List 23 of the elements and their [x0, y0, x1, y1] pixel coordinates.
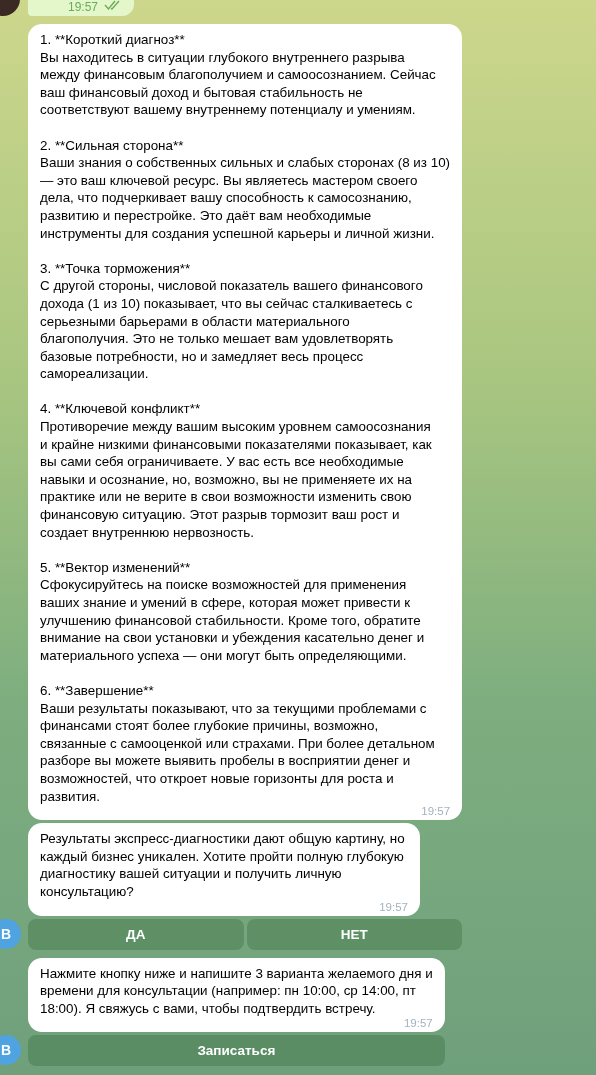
avatar[interactable]: В	[0, 1035, 21, 1066]
section-text: Вы находитесь в ситуации глубокого внутреннего разрыва между финансовым благополучием и самоосознанием. Сейчас ваш финансовый доход и бытовая стабильность не соответствуют вашему внутреннему потенциалу и умениям.	[40, 48, 437, 119]
section-heading: 5. **Вектор изменений**	[40, 558, 192, 577]
message-text: Результаты экспресс-диагностики дают общую картину, но каждый бизнес уникален. Хотите пройти полную глубокую диагностику вашей ситуации и получить личную консультацию?	[40, 830, 406, 901]
section-text: Сфокусируйтесь на поиске возможностей для применения ваших знание и умений в сфере, которая может привести к улучшению финансовой стабильности. Кроме того, обратите внимание на свои установки и убеждения касательно денег и материального успеха — они могут быть определяющими.	[40, 576, 426, 665]
reply-button[interactable]: НЕТ	[246, 918, 463, 950]
message-time: 19:57	[403, 1017, 433, 1030]
message-time: 19:57	[68, 0, 99, 14]
section-heading: 6. **Завершение**	[40, 681, 155, 700]
section-heading: 4. **Ключевой конфликт**	[40, 400, 202, 419]
section-heading: 3. **Точка торможения**	[40, 259, 192, 278]
reply-button[interactable]: Записаться	[28, 1035, 445, 1067]
message-time: 19:57	[421, 805, 451, 818]
section-text: Ваши знания о собственных сильных и слабых сторонах (8 из 10) — это ваш ключевой ресурс. Вы являетесь мастером своего дела, что подчеркивает вашу способность к самосознанию, развитию и перестройке. Это даёт вам необходимые инструменты для создания успешной карьеры и личной жизни.	[40, 154, 451, 243]
section-text: Ваши результаты показывают, что за текущими проблемами с финансами стоят более глубокие причины, возможно, связанные с самооценкой или страхами. При более детальном разборе вы можете выявить пробелы в восприятии денег и возможностей, что откроет новые горизонты для роста и развития.	[40, 699, 436, 806]
section-text: С другой стороны, числовой показатель вашего финансового дохода (1 из 10) показывает, что вы сейчас сталкиваетесь с серьезными барьерами в области материального благополучия. Это не только мешает вам удовлетворять базовые потребности, но и замедляет весь процесс самореализации.	[40, 277, 424, 383]
section-heading: 2. **Сильная сторона**	[40, 136, 185, 155]
section-heading: 1. **Короткий диагноз**	[40, 31, 186, 49]
section-text: Противоречие между вашим высоким уровнем самоосознания и крайне низкими финансовыми показателями показывает, как вы сами себя ограничиваете. У вас есть все необходимые навыки и осознание, но, возможно, вы не применяете их на практике или не верите в свои возможности изменить свою финансовую ситуацию. Этот разрыв тормозит ваш рост и создает внутреннюю нервозность.	[40, 418, 433, 542]
message-time: 19:57	[379, 900, 408, 913]
message-text: Нажмите кнопку ниже и напишите 3 варианта желаемого дня и времени для консультации (например: пн 10:00, ср 14:00, пт 18:00). Я свяжусь с вами, чтобы подтвердить встречу.	[40, 964, 433, 1018]
reply-button[interactable]: ДА	[28, 918, 244, 950]
avatar[interactable]: В	[0, 918, 21, 949]
